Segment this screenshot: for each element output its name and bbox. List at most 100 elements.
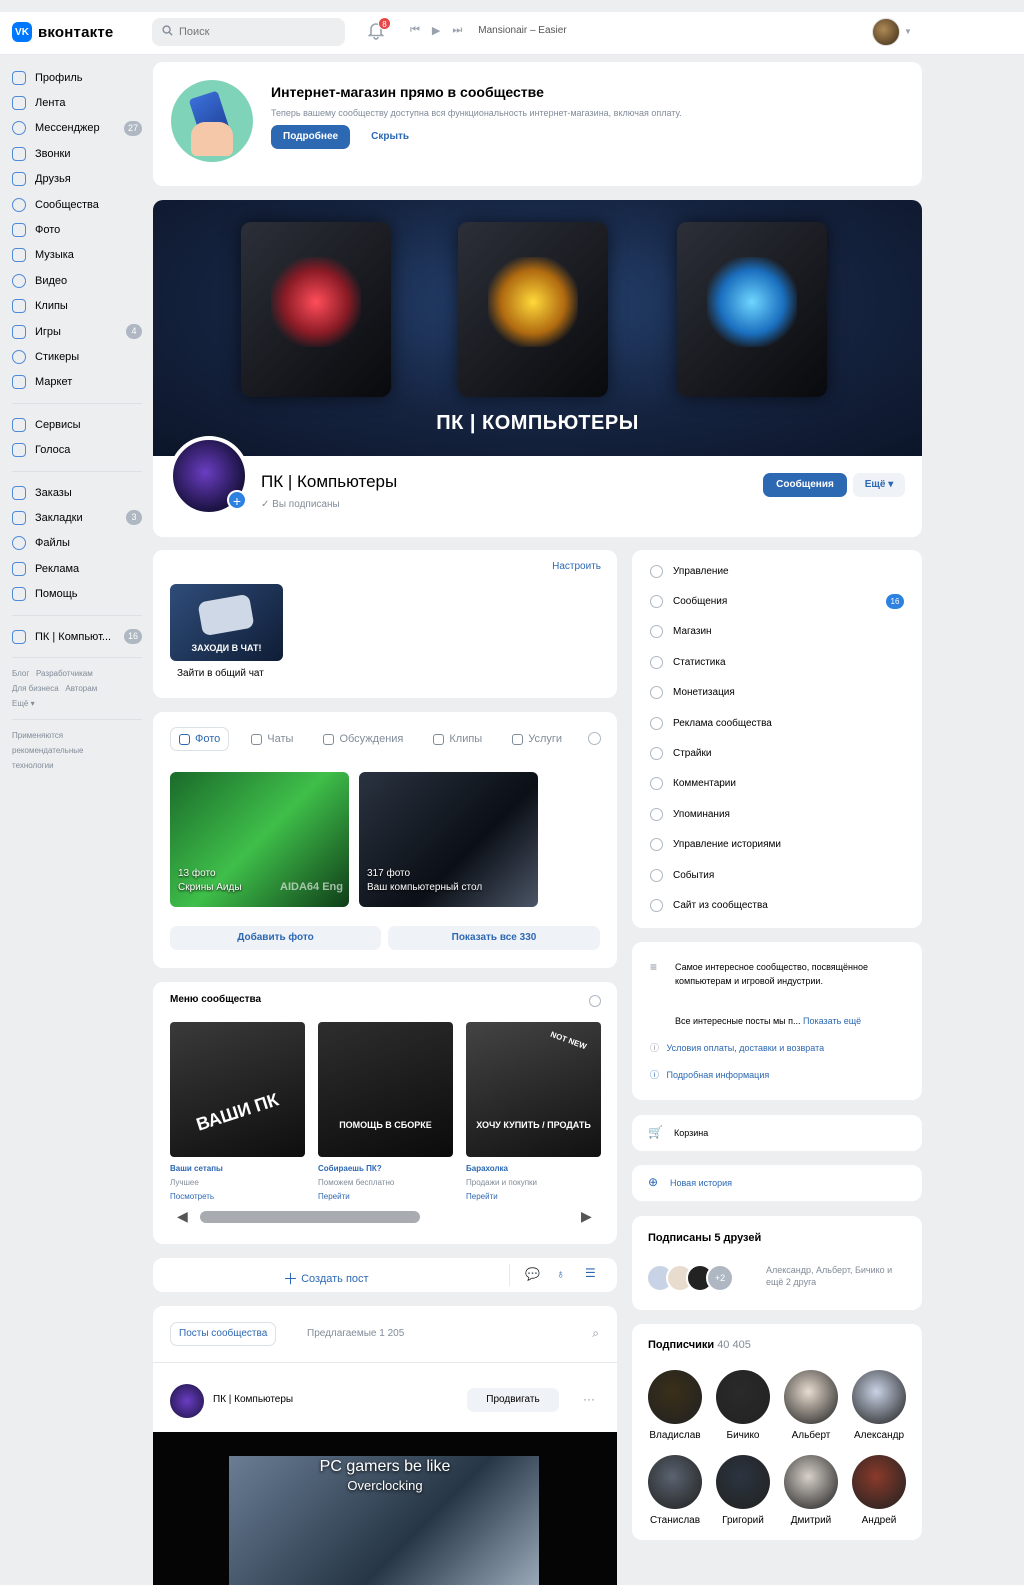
sidebar-item[interactable]: Файлы <box>12 531 142 556</box>
subscriber-avatar[interactable] <box>852 1370 906 1424</box>
manage-menu-item[interactable]: Статистика <box>650 647 904 677</box>
configure-link[interactable]: Настроить <box>552 561 601 572</box>
help-icon[interactable] <box>589 995 601 1007</box>
sidebar-item[interactable]: Сервисы <box>12 412 142 437</box>
menu-tile-action[interactable]: Перейти <box>318 1190 458 1204</box>
add-icon[interactable]: + <box>227 490 247 510</box>
subscriber-name[interactable]: Александр <box>844 1430 914 1441</box>
chat-thumbnail[interactable]: ЗАХОДИ В ЧАТ! <box>170 584 283 661</box>
menu-tile[interactable]: ВАШИ ПК <box>170 1022 305 1157</box>
comment-icon[interactable]: 💬 <box>525 1267 540 1281</box>
manage-menu-item[interactable]: Магазин <box>650 617 904 647</box>
subscriber-avatar[interactable] <box>648 1455 702 1509</box>
manage-menu-item[interactable]: Управление историями <box>650 830 904 860</box>
carousel-scrollbar[interactable] <box>200 1211 420 1223</box>
media-tab[interactable]: Чаты <box>243 727 301 751</box>
subscriber-avatar[interactable] <box>716 1370 770 1424</box>
sort-icon[interactable]: ☰ <box>585 1266 596 1280</box>
subscriber-name[interactable]: Станислав <box>640 1515 710 1526</box>
subscriber-name[interactable]: Бичико <box>708 1430 778 1441</box>
sidebar-item[interactable]: Профиль <box>12 65 142 90</box>
menu-tile-title[interactable]: Барахолка <box>466 1162 606 1176</box>
new-story-card[interactable]: ⊕ Новая история <box>632 1165 922 1201</box>
footer-link[interactable]: Блог <box>12 669 29 678</box>
tab-suggested-posts[interactable]: Предлагаемые 1 205 <box>307 1328 404 1339</box>
subscriber-avatar[interactable] <box>852 1455 906 1509</box>
vk-logo[interactable]: VK вконтакте <box>12 22 113 42</box>
sidebar-item[interactable]: Голоса <box>12 437 142 462</box>
album-card[interactable]: 317 фото Ваш компьютерный стол <box>359 772 538 907</box>
friends-avatars[interactable]: +2 <box>646 1264 734 1292</box>
sidebar-item[interactable]: Маркет <box>12 370 142 395</box>
show-all-photos-button[interactable]: Показать все 330 <box>388 926 600 950</box>
add-photo-button[interactable]: Добавить фото <box>170 926 381 950</box>
tab-community-posts[interactable]: Посты сообщества <box>170 1322 277 1346</box>
menu-tile[interactable]: ХОЧУ КУПИТЬ / ПРОДАТЬ NOT NEW <box>466 1022 601 1157</box>
manage-menu-item[interactable]: Комментарии <box>650 769 904 799</box>
manage-menu-item[interactable]: События <box>650 860 904 890</box>
manage-menu-item[interactable]: Сообщения 16 <box>650 586 904 616</box>
sidebar-item[interactable]: Лента <box>12 90 142 115</box>
terms-link[interactable]: ⓘ Условия оплаты, доставки и возврата <box>650 1041 824 1055</box>
subscriber-avatar[interactable] <box>716 1455 770 1509</box>
media-tab[interactable]: Фото <box>170 727 230 751</box>
more-actions-button[interactable]: Ещё ▾ <box>853 473 905 497</box>
sidebar-item[interactable]: Стикеры <box>12 344 142 369</box>
sidebar-item[interactable]: Сообщества <box>12 192 142 217</box>
post-video[interactable]: PC gamers be like Overclocking <box>153 1432 617 1585</box>
post-author-avatar[interactable] <box>170 1384 204 1418</box>
sidebar-item[interactable]: Клипы <box>12 294 142 319</box>
media-tab[interactable]: Клипы <box>425 727 490 751</box>
messages-button[interactable]: Сообщения <box>763 473 847 497</box>
user-avatar[interactable] <box>872 18 900 46</box>
create-post-button[interactable]: ＋ Создать пост <box>283 1268 369 1289</box>
clip-icon[interactable]: ♁ <box>556 1267 565 1281</box>
subscriber-avatar[interactable] <box>648 1370 702 1424</box>
prev-track-icon[interactable]: ⏮ <box>410 24 420 37</box>
hide-button[interactable]: Скрыть <box>363 125 417 149</box>
menu-tile-title[interactable]: Собираешь ПК? <box>318 1162 458 1176</box>
subscribers-title[interactable]: Подписчики 40 405 <box>648 1339 751 1351</box>
scroll-right-icon[interactable]: ▶ <box>581 1208 592 1225</box>
menu-tile[interactable]: ПОМОЩЬ В СБОРКЕ <box>318 1022 453 1157</box>
manage-menu-item[interactable]: Упоминания <box>650 799 904 829</box>
sidebar-item[interactable]: Видео <box>12 268 142 293</box>
search-icon[interactable]: ⌕ <box>592 1326 599 1341</box>
sidebar-item[interactable]: Реклама <box>12 556 142 581</box>
post-menu-button[interactable]: ··· <box>583 1392 595 1406</box>
details-link[interactable]: ⓘ Подробная информация <box>650 1068 769 1082</box>
sidebar-item[interactable]: Игры 4 <box>12 319 142 344</box>
subscriber-avatar[interactable] <box>784 1455 838 1509</box>
manage-menu-item[interactable]: Сайт из сообщества <box>650 890 904 920</box>
chat-label[interactable]: Зайти в общий чат <box>177 668 264 679</box>
manage-menu-item[interactable]: Страйки <box>650 738 904 768</box>
play-icon[interactable]: ▶ <box>432 24 440 37</box>
subscriber-name[interactable]: Григорий <box>708 1515 778 1526</box>
subscriber-avatar[interactable] <box>784 1370 838 1424</box>
footer-link[interactable]: Ещё <box>12 699 28 708</box>
next-track-icon[interactable]: ⏭ <box>452 24 462 37</box>
footer-link[interactable]: Разработчикам <box>36 669 93 678</box>
current-track[interactable]: Mansionair – Easier <box>478 25 566 36</box>
manage-menu-item[interactable]: Реклама сообщества <box>650 708 904 738</box>
scroll-left-icon[interactable]: ◀ <box>177 1208 188 1225</box>
menu-tile-title[interactable]: Ваши сетапы <box>170 1162 310 1176</box>
sidebar-item[interactable]: Помощь <box>12 581 142 606</box>
sidebar-item[interactable]: Заказы <box>12 480 142 505</box>
sidebar-item[interactable]: Друзья <box>12 167 142 192</box>
sidebar-item[interactable]: Музыка <box>12 243 142 268</box>
cart-card[interactable]: 🛒 Корзина <box>632 1115 922 1151</box>
menu-tile-action[interactable]: Перейти <box>466 1190 606 1204</box>
footer-link[interactable]: Авторам <box>65 684 97 693</box>
media-tab[interactable]: Услуги <box>504 727 570 751</box>
subscriber-name[interactable]: Дмитрий <box>776 1515 846 1526</box>
settings-icon[interactable] <box>588 732 601 745</box>
community-avatar[interactable]: + <box>169 436 249 516</box>
album-card[interactable]: AIDA64 Eng 13 фото Скрины Аиды <box>170 772 349 907</box>
menu-tile-action[interactable]: Посмотреть <box>170 1190 310 1204</box>
sidebar-item[interactable]: Мессенджер 27 <box>12 116 142 141</box>
search-input[interactable] <box>179 26 329 38</box>
show-more-link[interactable]: Показать ещё <box>803 1016 861 1026</box>
search-box[interactable] <box>152 18 345 46</box>
friends-title[interactable]: Подписаны 5 друзей <box>648 1232 761 1244</box>
